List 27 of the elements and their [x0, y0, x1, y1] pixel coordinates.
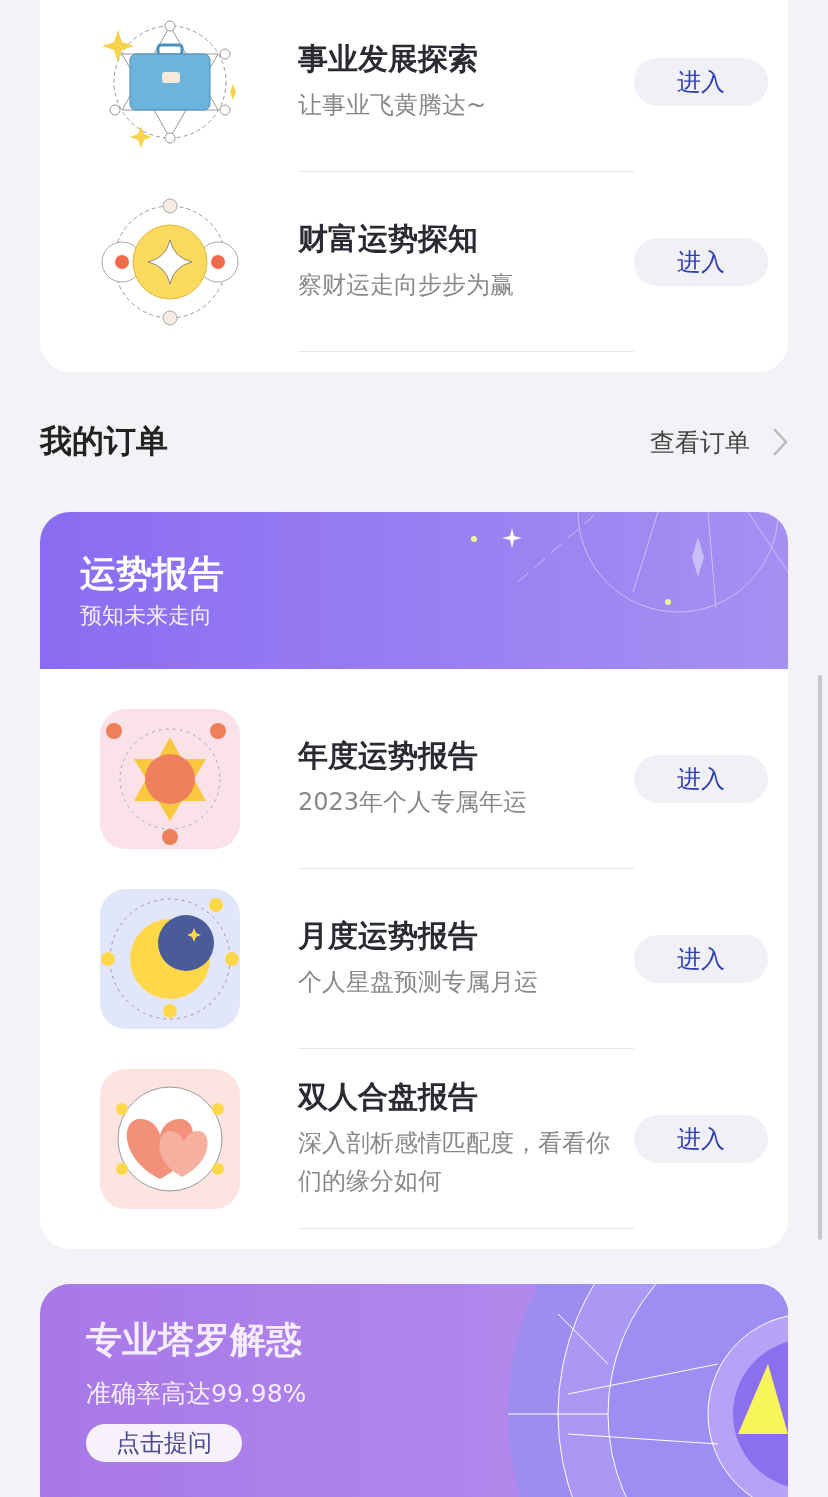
hearts-icon	[100, 1069, 240, 1209]
view-orders-link[interactable]: 查看订单	[650, 425, 750, 459]
enter-button[interactable]: 进入	[634, 58, 768, 106]
item-subtitle: 2023年个人专属年运	[298, 787, 529, 818]
chevron-right-icon[interactable]	[772, 427, 788, 457]
item-subtitle: 个人星盘预测专属月运	[298, 967, 539, 998]
item-title: 月度运势报告	[298, 917, 479, 955]
sun-icon	[100, 709, 240, 849]
ask-button[interactable]: 点击提问	[86, 1424, 242, 1462]
report-title: 运势报告	[80, 551, 225, 596]
tarot-banner[interactable]: 专业塔罗解惑 准确率高达99.98% 点击提问	[40, 1284, 788, 1497]
enter-button[interactable]: 进入	[634, 755, 768, 803]
banner-title: 专业塔罗解惑	[86, 1318, 303, 1362]
report-subtitle: 预知未来走向	[80, 601, 213, 630]
banner-subtitle: 准确率高达99.98%	[86, 1378, 308, 1410]
item-subtitle: 深入剖析感情匹配度，看看你们的缘分如何	[298, 1128, 611, 1197]
item-title: 事业发展探索	[298, 40, 479, 78]
item-subtitle: 让事业飞黄腾达~	[298, 90, 488, 121]
item-title: 双人合盘报告	[298, 1078, 479, 1116]
section-title: 我的订单	[40, 421, 169, 462]
enter-button[interactable]: 进入	[634, 238, 768, 286]
moon-icon	[100, 889, 240, 1029]
item-title: 年度运势报告	[298, 737, 479, 775]
item-title: 财富运势探知	[298, 220, 479, 258]
enter-button[interactable]: 进入	[634, 935, 768, 983]
enter-button[interactable]: 进入	[634, 1115, 768, 1163]
item-subtitle: 察财运走向步步为赢	[298, 270, 515, 301]
